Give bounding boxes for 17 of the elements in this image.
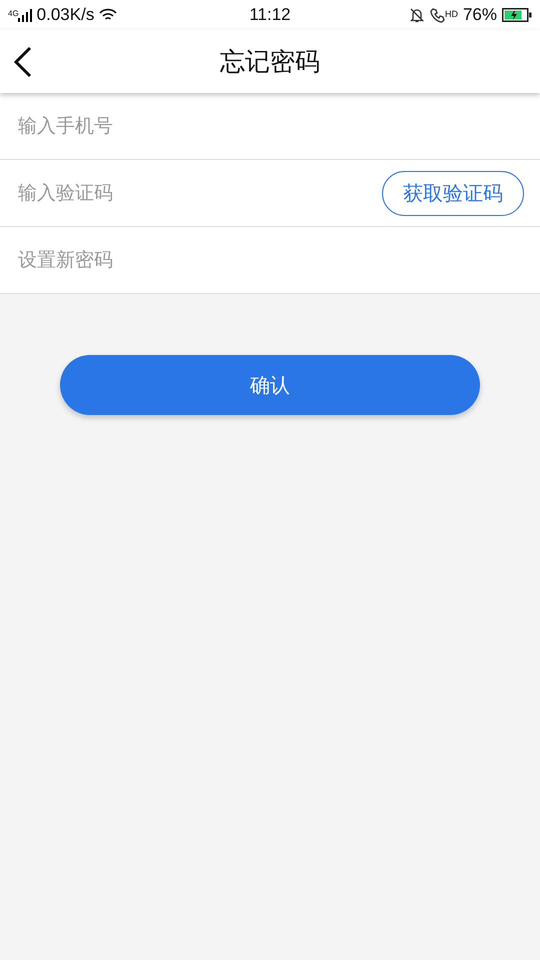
wifi-icon [99,8,118,22]
phone-icon [430,7,446,23]
network-speed: 0.03K/s [36,5,94,25]
clock: 11:12 [249,5,291,25]
network-label: 4G [8,9,19,18]
battery-icon [502,8,532,22]
confirm-button[interactable]: 确认 [60,355,480,415]
page-title: 忘记密码 [220,46,320,78]
hd-label: HD [444,9,458,19]
input-field[interactable]: 输入手机号 [16,105,524,147]
battery-percent: 76% [462,5,497,25]
back-icon [12,46,34,78]
signal-icon [18,8,32,22]
input-field[interactable]: 设置新密码 [16,239,524,281]
muted-bell-icon [408,7,425,23]
input-field[interactable]: 输入验证码 [16,172,382,214]
get-code-button[interactable]: 获取验证码 [382,170,524,216]
